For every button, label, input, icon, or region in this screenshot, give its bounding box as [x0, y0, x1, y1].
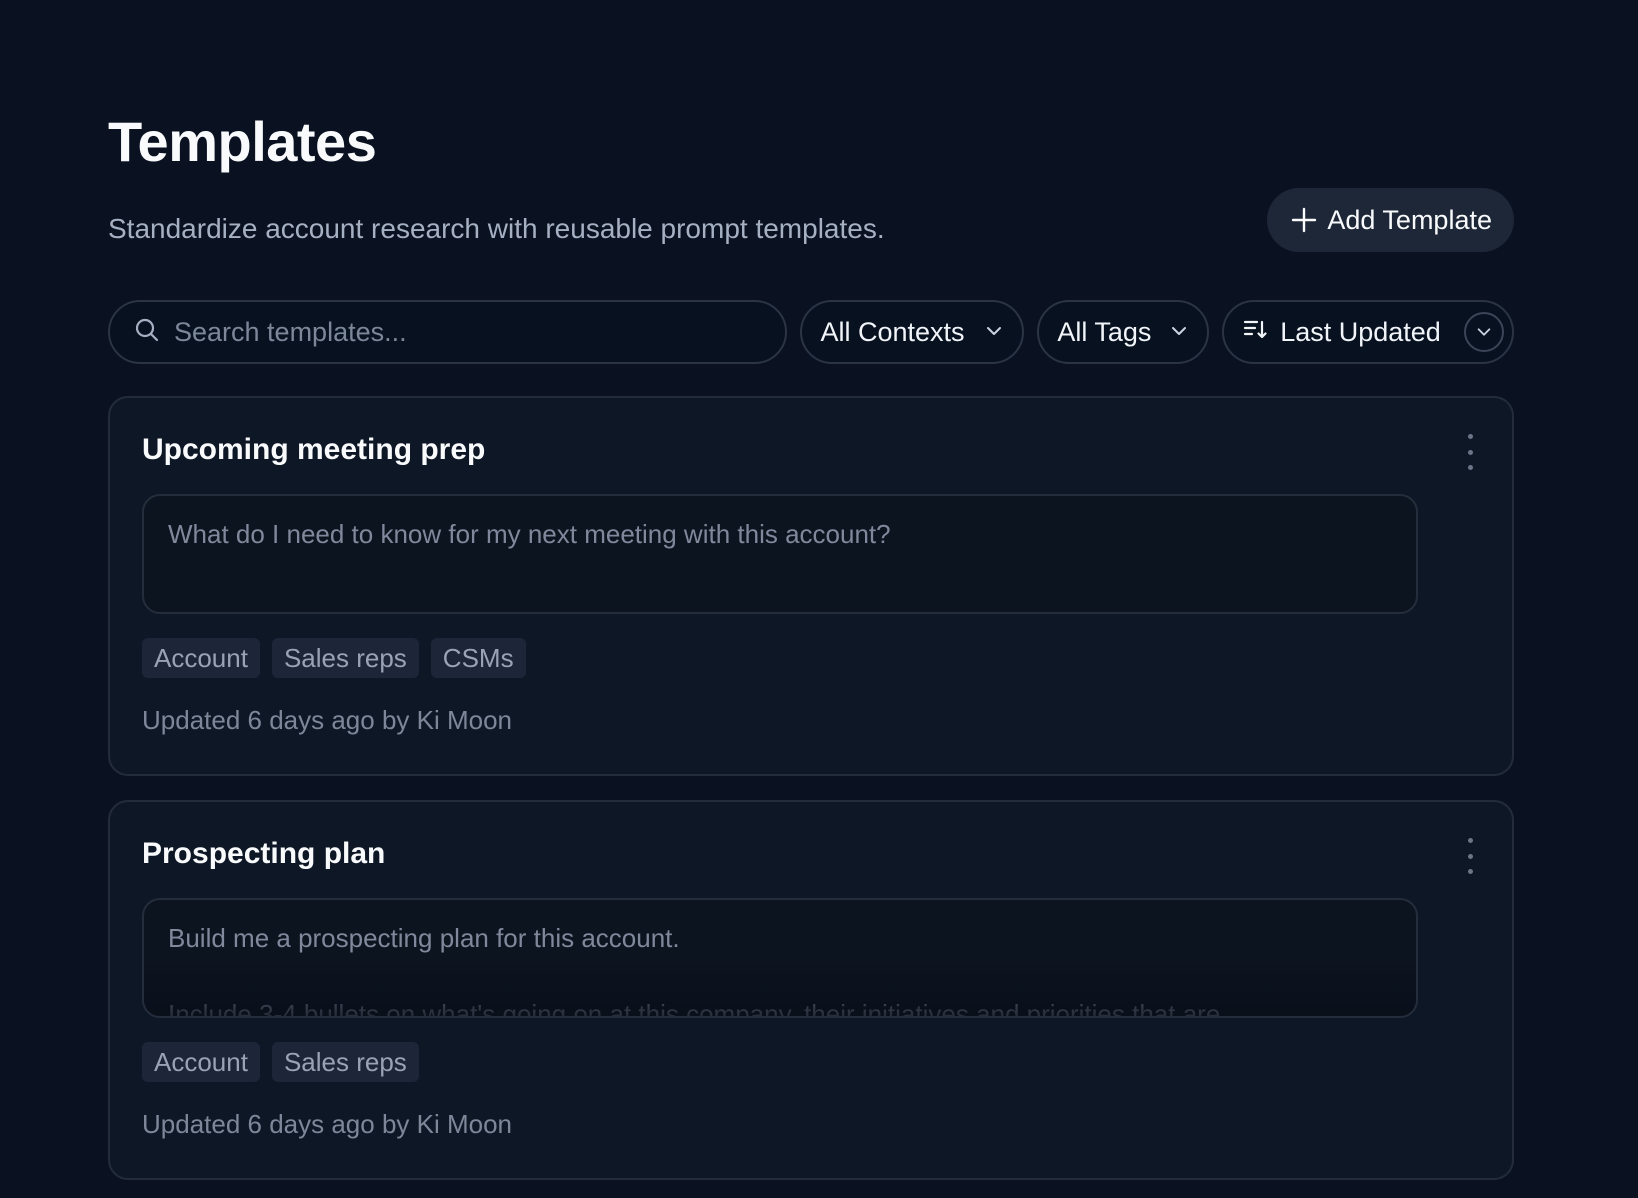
templates-page: Templates Standardize account research w…: [0, 0, 1638, 1198]
tag-badge: Sales reps: [271, 1042, 419, 1082]
search-input[interactable]: [174, 316, 786, 348]
template-title: Upcoming meeting prep: [142, 433, 486, 466]
more-vertical-icon[interactable]: [1458, 834, 1482, 878]
tag-filter-value: All Tags: [1057, 316, 1152, 347]
page-subtitle: Standardize account research with reusab…: [108, 213, 885, 244]
add-template-label: Add Template: [1327, 204, 1492, 235]
prompt-line: What do I need to know for my next meeti…: [168, 519, 891, 549]
chevron-down-icon: [1477, 328, 1491, 336]
sort-icon: [1242, 316, 1268, 349]
tag-badge: Account: [142, 638, 260, 678]
sort-value: Last Updated: [1280, 316, 1441, 347]
context-filter-dropdown[interactable]: All Contexts: [800, 300, 1025, 364]
prompt-line: Include 3-4 bullets on what's going on a…: [168, 999, 1221, 1018]
updated-meta: Updated 6 days ago by Ki Moon: [142, 705, 513, 735]
template-prompt: Build me a prospecting plan for this acc…: [142, 898, 1418, 1018]
template-card[interactable]: Prospecting plan Build me a prospecting …: [108, 800, 1514, 1180]
page-header: Templates Standardize account research w…: [108, 108, 1514, 258]
more-vertical-icon[interactable]: [1458, 430, 1482, 474]
tag-badge: Account: [142, 1042, 260, 1082]
template-prompt: What do I need to know for my next meeti…: [142, 494, 1418, 614]
tag-badge: Sales reps: [271, 638, 419, 678]
template-card[interactable]: Upcoming meeting prep What do I need to …: [108, 396, 1514, 776]
search-icon: [134, 317, 160, 348]
chevron-down-icon: [1169, 317, 1189, 348]
tag-list: Account Sales reps: [142, 1042, 419, 1082]
context-filter-value: All Contexts: [820, 316, 965, 347]
tag-list: Account Sales reps CSMs: [142, 638, 526, 678]
updated-meta: Updated 6 days ago by Ki Moon: [142, 1109, 513, 1139]
sort-direction-toggle[interactable]: [1463, 312, 1504, 352]
page-title: Templates: [108, 110, 377, 173]
add-template-button[interactable]: Add Template: [1267, 188, 1514, 252]
template-title: Prospecting plan: [142, 837, 386, 870]
search-field[interactable]: [108, 300, 788, 364]
filter-toolbar: All Contexts All Tags Last Updated: [108, 300, 1514, 364]
tag-badge: CSMs: [430, 638, 526, 678]
sort-dropdown[interactable]: Last Updated: [1222, 300, 1514, 364]
prompt-line: Build me a prospecting plan for this acc…: [168, 923, 680, 953]
tag-filter-dropdown[interactable]: All Tags: [1037, 300, 1210, 364]
plus-icon: [1291, 207, 1317, 233]
chevron-down-icon: [984, 317, 1004, 348]
